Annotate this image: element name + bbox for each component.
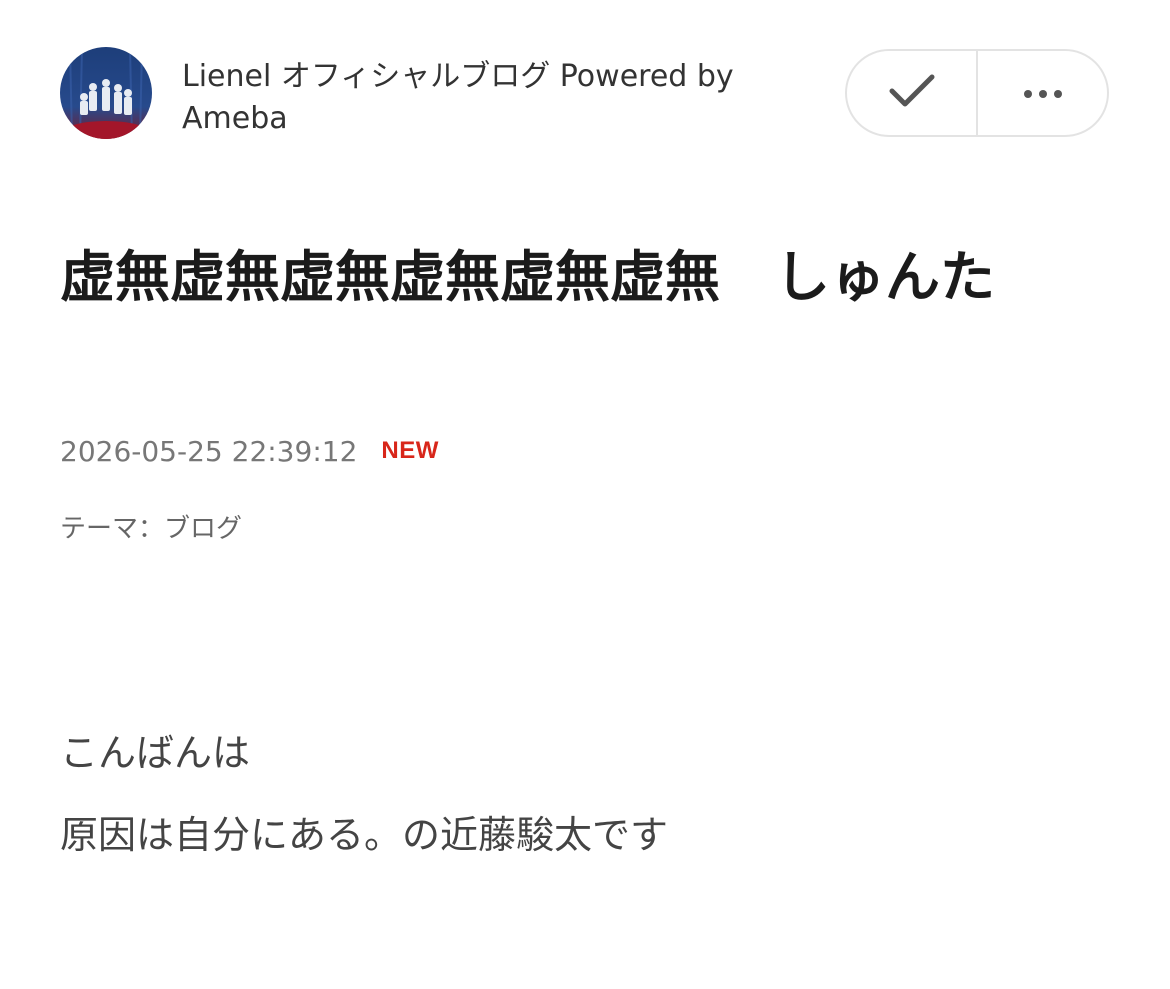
blog-header: Lienel オフィシャルブログ Powered by Ameba bbox=[0, 0, 1170, 160]
body-paragraph: 原因は自分にある。の近藤駿太です bbox=[60, 813, 669, 857]
article-datetime: 2026-05-25 22:39:12 bbox=[60, 434, 358, 468]
blog-name[interactable]: Lienel オフィシャルブログ Powered by Ameba bbox=[182, 56, 822, 140]
blog-actions bbox=[845, 49, 1109, 137]
theme-link[interactable]: ブログ bbox=[164, 508, 242, 545]
theme-label: テーマ： bbox=[60, 514, 165, 544]
follow-button[interactable] bbox=[847, 51, 976, 135]
article-meta: 2026-05-25 22:39:12 NEW bbox=[60, 431, 439, 471]
article-title: 虚無虚無虚無虚無虚無虚無 しゅんた bbox=[60, 245, 996, 309]
article-body: こんばんは 原因は自分にある。の近藤駿太です bbox=[60, 712, 668, 876]
new-badge: NEW bbox=[381, 437, 439, 464]
avatar[interactable] bbox=[60, 47, 152, 139]
avatar-image bbox=[60, 47, 152, 139]
checkmark-icon bbox=[889, 73, 935, 113]
more-horizontal-icon bbox=[1023, 84, 1063, 103]
body-paragraph: こんばんは bbox=[60, 731, 251, 775]
article-theme: テーマ： ブログ bbox=[60, 508, 242, 545]
more-button[interactable] bbox=[978, 51, 1107, 135]
